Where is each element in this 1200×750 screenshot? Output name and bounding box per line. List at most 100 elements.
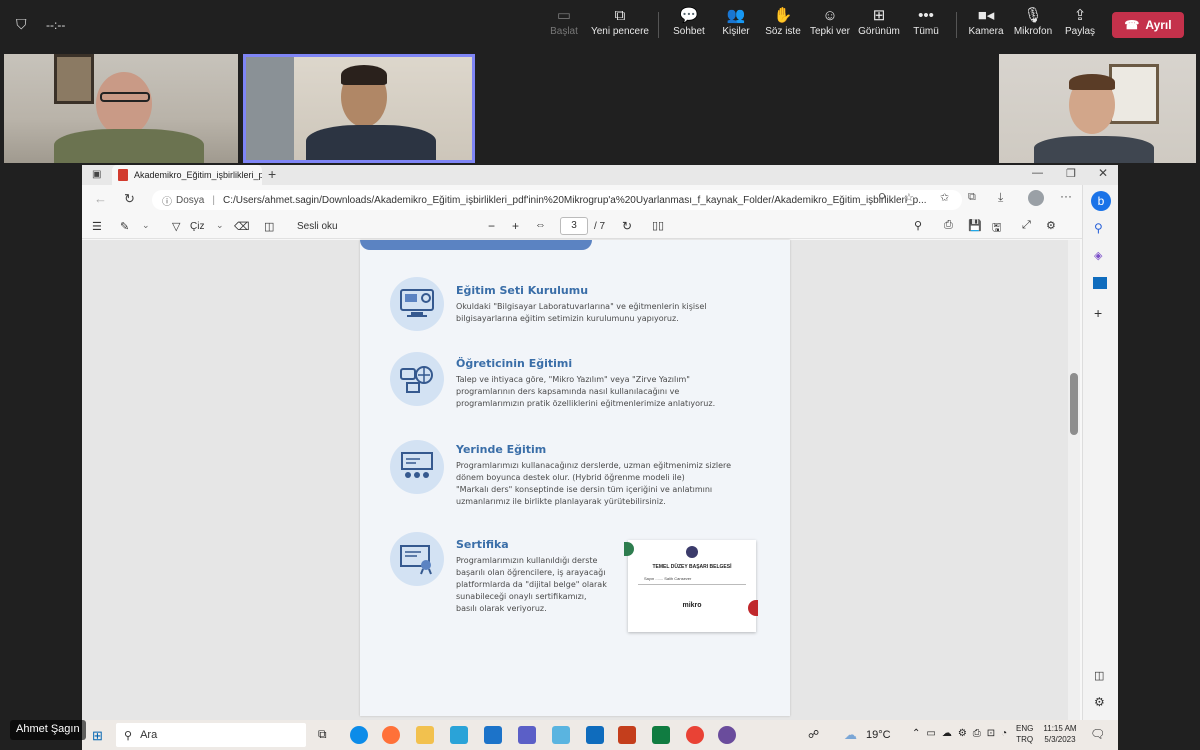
windows-start-icon[interactable]: ⊞ bbox=[92, 728, 103, 744]
new-tab-button[interactable]: + bbox=[268, 166, 276, 182]
two-page-icon[interactable]: ▯▯ bbox=[652, 219, 664, 232]
language-indicator[interactable]: ENG TRQ bbox=[1016, 723, 1033, 745]
eraser-icon[interactable]: ⌫ bbox=[234, 220, 250, 233]
firefox-app-icon[interactable] bbox=[382, 726, 400, 744]
people-icon[interactable]: ☍ bbox=[808, 728, 819, 741]
participant-video-3[interactable] bbox=[999, 54, 1196, 163]
search-icon[interactable]: ⚲ bbox=[914, 219, 922, 232]
browser-tab[interactable]: Akademikro_Eğitim_işbirlikleri_p... bbox=[112, 165, 262, 185]
chevron-down-icon[interactable]: ⌄ bbox=[216, 220, 224, 231]
settings-more-icon[interactable]: ··· bbox=[1060, 189, 1072, 203]
text-line: programlarının ders kapsamında nasıl kul… bbox=[456, 387, 680, 396]
edge-app-icon[interactable] bbox=[350, 726, 368, 744]
scrollbar-thumb[interactable] bbox=[1070, 373, 1078, 435]
powerpoint-app-icon[interactable] bbox=[618, 726, 636, 744]
favorites-icon[interactable]: ✩ bbox=[940, 191, 949, 204]
camera-button[interactable]: ■◂ Kamera bbox=[968, 6, 1004, 46]
favorite-icon[interactable]: ☆ bbox=[904, 191, 914, 204]
leave-button[interactable]: ☎ Ayrıl bbox=[1112, 12, 1184, 38]
mail-app-icon[interactable] bbox=[484, 726, 502, 744]
page-number-input[interactable]: 3 bbox=[560, 217, 588, 235]
pdf-scrollbar[interactable] bbox=[1068, 240, 1080, 720]
fullscreen-icon[interactable]: ⤢ bbox=[1022, 219, 1031, 232]
react-button[interactable]: ☺ Tepki ver bbox=[810, 6, 850, 46]
pdf-viewer[interactable]: Eğitim Seti Kurulumu Okuldaki "Bilgisaya… bbox=[82, 240, 1072, 720]
contents-icon[interactable]: ☰ bbox=[92, 220, 102, 233]
tab-strip: ▣ Akademikro_Eğitim_işbirlikleri_p... + … bbox=[82, 165, 1118, 185]
shield-icon: ⛉ bbox=[16, 16, 27, 32]
task-view-icon[interactable]: ⧉ bbox=[318, 727, 327, 742]
chevron-down-icon[interactable]: ⌄ bbox=[142, 220, 150, 231]
profile-avatar[interactable] bbox=[1028, 190, 1044, 206]
chat-button[interactable]: 💬 Sohbet bbox=[670, 6, 708, 46]
close-button[interactable]: ✕ bbox=[1098, 166, 1108, 180]
more-button[interactable]: ••• Tümü bbox=[912, 6, 940, 46]
store-app-icon[interactable] bbox=[450, 726, 468, 744]
excel-app-icon[interactable] bbox=[652, 726, 670, 744]
zoom-icon[interactable]: ⚲ bbox=[878, 191, 886, 204]
new-window-label: Yeni pencere bbox=[590, 26, 649, 37]
save-as-icon[interactable]: 🖫 bbox=[992, 219, 1001, 238]
computer-setup-icon bbox=[390, 277, 444, 331]
bing-icon[interactable]: b bbox=[1091, 191, 1111, 211]
highlight-icon[interactable]: ✎ bbox=[120, 220, 129, 233]
view-button[interactable]: ⊞ Görünüm bbox=[858, 6, 900, 46]
minimize-button[interactable]: — bbox=[1032, 167, 1043, 179]
media-app-icon[interactable] bbox=[718, 726, 736, 744]
gear-icon[interactable]: ⚙ bbox=[1094, 695, 1105, 709]
participant-video-active-speaker[interactable] bbox=[243, 54, 475, 163]
file-explorer-icon[interactable] bbox=[416, 726, 434, 744]
draw-icon[interactable]: ▽ bbox=[172, 220, 180, 233]
page-view-icon[interactable]: ◫ bbox=[264, 220, 274, 233]
participant-head bbox=[96, 72, 152, 136]
rotate-icon[interactable]: ↻ bbox=[622, 219, 632, 233]
zoom-in-icon[interactable]: + bbox=[512, 219, 519, 233]
search-icon: ⚲ bbox=[124, 729, 133, 742]
wall-frame bbox=[54, 54, 94, 104]
record-button[interactable]: ▭ Başlat bbox=[546, 6, 582, 46]
add-icon[interactable]: + bbox=[1094, 305, 1102, 321]
outlook-icon[interactable] bbox=[1093, 277, 1107, 289]
outlook-app-icon[interactable] bbox=[586, 726, 604, 744]
people-label: Kişiler bbox=[722, 26, 750, 37]
people-button[interactable]: 👥 Kişiler bbox=[718, 6, 754, 46]
chrome-app-icon[interactable] bbox=[686, 726, 704, 744]
participant-video-1[interactable] bbox=[4, 54, 238, 163]
fit-page-icon[interactable]: ⇔ bbox=[535, 219, 546, 231]
new-window-button[interactable]: ⧉ Yeni pencere bbox=[590, 6, 650, 46]
section-title: Eğitim Seti Kurulumu bbox=[456, 284, 589, 297]
share-button[interactable]: ⇪ Paylaş bbox=[1064, 6, 1096, 46]
back-icon[interactable]: ← bbox=[94, 191, 107, 206]
downloads-icon[interactable]: ⤓ bbox=[998, 190, 1003, 205]
raise-hand-button[interactable]: ✋ Söz iste bbox=[764, 6, 802, 46]
sidebar-toggle-icon[interactable]: ◫ bbox=[1094, 669, 1104, 682]
restore-button[interactable]: ❐ bbox=[1066, 167, 1076, 180]
text-line: basılı olarak veriyoruz. bbox=[456, 604, 547, 613]
mic-button[interactable]: 🎙 Mikrofon bbox=[1012, 6, 1054, 46]
certificate-corner bbox=[624, 542, 634, 556]
taskbar-search[interactable]: ⚲ Ara bbox=[116, 723, 306, 747]
collections-icon[interactable]: ⧉ bbox=[968, 191, 976, 204]
search-icon[interactable]: ⚲ bbox=[1094, 221, 1103, 235]
read-aloud-button[interactable]: Sesli oku bbox=[297, 221, 338, 232]
certificate-seal bbox=[686, 546, 698, 558]
tools-icon[interactable]: ◈ bbox=[1094, 249, 1102, 262]
notes-app-icon[interactable] bbox=[552, 726, 570, 744]
notification-icon[interactable]: 🗨 bbox=[1090, 727, 1105, 741]
gear-icon[interactable]: ⚙ bbox=[1046, 219, 1056, 232]
certificate-logo: mikro bbox=[682, 602, 702, 609]
teams-app-icon[interactable] bbox=[518, 726, 536, 744]
refresh-icon[interactable]: ↻ bbox=[124, 191, 135, 207]
camera-icon: ■◂ bbox=[977, 7, 995, 24]
certificate-preview: TEMEL DÜZEY BAŞARI BELGESİ Sayın .......… bbox=[624, 540, 758, 632]
system-tray-icons[interactable]: ⌃▭☁⚙⎙⊡◔ bbox=[912, 728, 1013, 739]
clock[interactable]: 11:15 AM 5/3/2023 bbox=[1040, 723, 1080, 745]
save-icon[interactable]: 💾 bbox=[968, 219, 982, 232]
zoom-out-icon[interactable]: − bbox=[488, 219, 495, 233]
print-icon[interactable]: ⎙ bbox=[944, 219, 953, 232]
weather-temp[interactable]: 19°C bbox=[866, 729, 891, 741]
address-field[interactable]: ⓘ Dosya | C:/Users/ahmet.sagin/Downloads… bbox=[152, 190, 962, 210]
tab-actions-icon[interactable]: ▣ bbox=[92, 169, 101, 180]
weather-icon[interactable]: ☁ bbox=[844, 727, 857, 743]
draw-label[interactable]: Çiz bbox=[190, 221, 204, 232]
